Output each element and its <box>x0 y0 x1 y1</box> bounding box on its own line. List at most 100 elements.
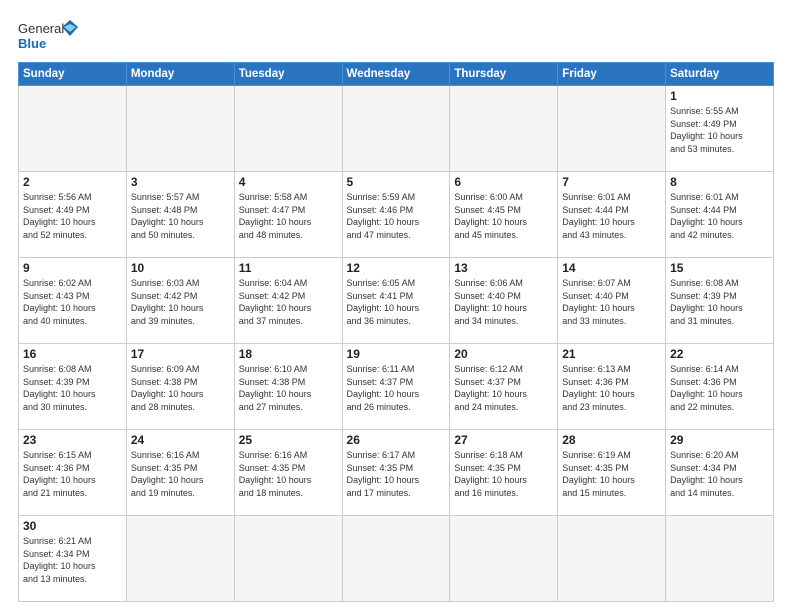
calendar-cell: 15 Sunrise: 6:08 AMSunset: 4:39 PMDayligh… <box>666 258 774 344</box>
day-number: 14 <box>562 261 661 275</box>
day-number: 6 <box>454 175 553 189</box>
day-number: 27 <box>454 433 553 447</box>
day-of-week-friday: Friday <box>558 63 666 86</box>
page: General Blue SundayMondayTuesdayWednesda… <box>0 0 792 612</box>
calendar-cell: 2Sunrise: 5:56 AMSunset: 4:49 PMDaylight… <box>19 172 127 258</box>
calendar-table: SundayMondayTuesdayWednesdayThursdayFrid… <box>18 62 774 602</box>
day-info: Sunrise: 6:18 AMSunset: 4:35 PMDaylight:… <box>454 449 553 499</box>
day-number: 13 <box>454 261 553 275</box>
day-of-week-thursday: Thursday <box>450 63 558 86</box>
svg-text:Blue: Blue <box>18 36 46 51</box>
calendar-cell <box>558 516 666 602</box>
day-number: 26 <box>347 433 446 447</box>
day-info: Sunrise: 6:05 AMSunset: 4:41 PMDaylight:… <box>347 277 446 327</box>
day-info: Sunrise: 6:00 AMSunset: 4:45 PMDaylight:… <box>454 191 553 241</box>
day-number: 21 <box>562 347 661 361</box>
day-info: Sunrise: 5:55 AMSunset: 4:49 PMDaylight:… <box>670 105 769 155</box>
calendar-cell: 19 Sunrise: 6:11 AMSunset: 4:37 PMDayligh… <box>342 344 450 430</box>
calendar-header: SundayMondayTuesdayWednesdayThursdayFrid… <box>19 63 774 86</box>
day-number: 1 <box>670 89 769 103</box>
calendar-cell <box>558 86 666 172</box>
day-of-week-tuesday: Tuesday <box>234 63 342 86</box>
calendar-cell <box>234 86 342 172</box>
day-info: Sunrise: 6:07 AMSunset: 4:40 PMDaylight:… <box>562 277 661 327</box>
day-number: 12 <box>347 261 446 275</box>
day-number: 30 <box>23 519 122 533</box>
calendar-cell: 8 Sunrise: 6:01 AMSunset: 4:44 PMDaylight… <box>666 172 774 258</box>
day-number: 15 <box>670 261 769 275</box>
day-info: Sunrise: 6:09 AMSunset: 4:38 PMDaylight:… <box>131 363 230 413</box>
day-info: Sunrise: 6:21 AMSunset: 4:34 PMDaylight:… <box>23 535 122 585</box>
calendar-cell <box>666 516 774 602</box>
header: General Blue <box>18 18 774 54</box>
calendar-cell <box>342 86 450 172</box>
calendar-cell: 27 Sunrise: 6:18 AMSunset: 4:35 PMDayligh… <box>450 430 558 516</box>
calendar-cell <box>126 516 234 602</box>
day-number: 9 <box>23 261 122 275</box>
calendar-cell <box>126 86 234 172</box>
day-of-week-wednesday: Wednesday <box>342 63 450 86</box>
week-row-3: 9 Sunrise: 6:02 AMSunset: 4:43 PMDaylight… <box>19 258 774 344</box>
calendar-cell: 11 Sunrise: 6:04 AMSunset: 4:42 PMDayligh… <box>234 258 342 344</box>
week-row-2: 2Sunrise: 5:56 AMSunset: 4:49 PMDaylight… <box>19 172 774 258</box>
calendar-cell: 24Sunrise: 6:16 AMSunset: 4:35 PMDayligh… <box>126 430 234 516</box>
day-number: 7 <box>562 175 661 189</box>
calendar-cell: 4Sunrise: 5:58 AMSunset: 4:47 PMDaylight… <box>234 172 342 258</box>
calendar-body: 1 Sunrise: 5:55 AMSunset: 4:49 PMDaylight… <box>19 86 774 602</box>
calendar-cell <box>342 516 450 602</box>
day-number: 8 <box>670 175 769 189</box>
day-info: Sunrise: 6:20 AMSunset: 4:34 PMDaylight:… <box>670 449 769 499</box>
day-info: Sunrise: 5:59 AMSunset: 4:46 PMDaylight:… <box>347 191 446 241</box>
calendar-cell <box>450 516 558 602</box>
calendar-cell: 30 Sunrise: 6:21 AMSunset: 4:34 PMDayligh… <box>19 516 127 602</box>
day-number: 22 <box>670 347 769 361</box>
day-of-week-monday: Monday <box>126 63 234 86</box>
day-number: 11 <box>239 261 338 275</box>
day-info: Sunrise: 6:01 AMSunset: 4:44 PMDaylight:… <box>670 191 769 241</box>
week-row-5: 23Sunrise: 6:15 AMSunset: 4:36 PMDayligh… <box>19 430 774 516</box>
day-info: Sunrise: 6:13 AMSunset: 4:36 PMDaylight:… <box>562 363 661 413</box>
day-number: 2 <box>23 175 122 189</box>
day-number: 18 <box>239 347 338 361</box>
week-row-1: 1 Sunrise: 5:55 AMSunset: 4:49 PMDaylight… <box>19 86 774 172</box>
calendar-cell: 7Sunrise: 6:01 AMSunset: 4:44 PMDaylight… <box>558 172 666 258</box>
calendar-cell: 18 Sunrise: 6:10 AMSunset: 4:38 PMDayligh… <box>234 344 342 430</box>
calendar-cell: 3Sunrise: 5:57 AMSunset: 4:48 PMDaylight… <box>126 172 234 258</box>
calendar-cell: 25Sunrise: 6:16 AMSunset: 4:35 PMDayligh… <box>234 430 342 516</box>
calendar-cell: 26Sunrise: 6:17 AMSunset: 4:35 PMDayligh… <box>342 430 450 516</box>
day-info: Sunrise: 6:04 AMSunset: 4:42 PMDaylight:… <box>239 277 338 327</box>
calendar-cell: 6 Sunrise: 6:00 AMSunset: 4:45 PMDaylight… <box>450 172 558 258</box>
calendar-cell: 20Sunrise: 6:12 AMSunset: 4:37 PMDayligh… <box>450 344 558 430</box>
day-info: Sunrise: 6:16 AMSunset: 4:35 PMDaylight:… <box>131 449 230 499</box>
calendar-cell: 12 Sunrise: 6:05 AMSunset: 4:41 PMDayligh… <box>342 258 450 344</box>
day-info: Sunrise: 6:08 AMSunset: 4:39 PMDaylight:… <box>670 277 769 327</box>
day-info: Sunrise: 6:03 AMSunset: 4:42 PMDaylight:… <box>131 277 230 327</box>
day-number: 29 <box>670 433 769 447</box>
calendar-cell <box>234 516 342 602</box>
calendar-cell: 28 Sunrise: 6:19 AMSunset: 4:35 PMDayligh… <box>558 430 666 516</box>
day-info: Sunrise: 6:14 AMSunset: 4:36 PMDaylight:… <box>670 363 769 413</box>
day-info: Sunrise: 6:19 AMSunset: 4:35 PMDaylight:… <box>562 449 661 499</box>
day-number: 28 <box>562 433 661 447</box>
day-number: 19 <box>347 347 446 361</box>
days-of-week-row: SundayMondayTuesdayWednesdayThursdayFrid… <box>19 63 774 86</box>
calendar-cell: 9 Sunrise: 6:02 AMSunset: 4:43 PMDaylight… <box>19 258 127 344</box>
day-number: 16 <box>23 347 122 361</box>
calendar-cell: 29 Sunrise: 6:20 AMSunset: 4:34 PMDayligh… <box>666 430 774 516</box>
calendar-cell <box>19 86 127 172</box>
day-number: 4 <box>239 175 338 189</box>
day-number: 25 <box>239 433 338 447</box>
calendar-cell: 23Sunrise: 6:15 AMSunset: 4:36 PMDayligh… <box>19 430 127 516</box>
calendar-cell: 17 Sunrise: 6:09 AMSunset: 4:38 PMDayligh… <box>126 344 234 430</box>
day-number: 10 <box>131 261 230 275</box>
calendar-cell: 14 Sunrise: 6:07 AMSunset: 4:40 PMDayligh… <box>558 258 666 344</box>
day-info: Sunrise: 6:11 AMSunset: 4:37 PMDaylight:… <box>347 363 446 413</box>
day-info: Sunrise: 5:57 AMSunset: 4:48 PMDaylight:… <box>131 191 230 241</box>
day-of-week-saturday: Saturday <box>666 63 774 86</box>
day-number: 5 <box>347 175 446 189</box>
day-info: Sunrise: 6:10 AMSunset: 4:38 PMDaylight:… <box>239 363 338 413</box>
day-info: Sunrise: 6:02 AMSunset: 4:43 PMDaylight:… <box>23 277 122 327</box>
day-number: 17 <box>131 347 230 361</box>
week-row-6: 30 Sunrise: 6:21 AMSunset: 4:34 PMDayligh… <box>19 516 774 602</box>
calendar-cell: 10 Sunrise: 6:03 AMSunset: 4:42 PMDayligh… <box>126 258 234 344</box>
